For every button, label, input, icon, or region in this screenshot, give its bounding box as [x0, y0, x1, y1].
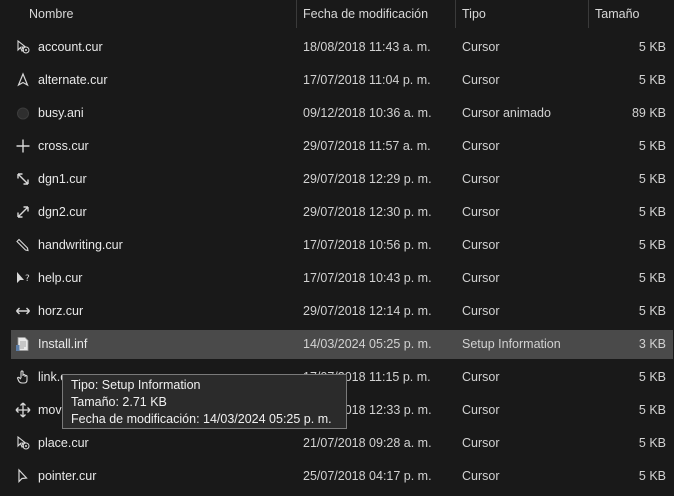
- file-row[interactable]: handwriting.cur 17/07/2018 10:56 p. m. Cur…: [11, 231, 673, 260]
- cursor-alternate-icon: [15, 72, 31, 88]
- file-type: Cursor: [462, 73, 500, 87]
- file-size: 5 KB: [638, 172, 666, 186]
- file-modified-date: 25/07/2018 04:17 p. m.: [303, 469, 432, 483]
- file-name: cross.cur: [38, 139, 89, 153]
- file-type: Cursor animado: [462, 106, 551, 120]
- column-divider[interactable]: [588, 0, 589, 28]
- file-modified-date: 14/03/2024 05:25 p. m.: [303, 337, 432, 351]
- file-name: busy.ani: [38, 106, 84, 120]
- file-name: dgn2.cur: [38, 205, 87, 219]
- file-row[interactable]: cross.cur 29/07/2018 11:57 a. m. Cursor 5 K…: [11, 132, 673, 161]
- file-list-view: ⌃ Nombre Fecha de modificación Tipo Tama…: [0, 0, 674, 496]
- cursor-move-icon: [15, 402, 31, 418]
- file-modified-date: 29/07/2018 12:14 p. m.: [303, 304, 432, 318]
- sort-indicator-icon: ⌃: [154, 0, 163, 5]
- file-size: 5 KB: [638, 139, 666, 153]
- column-header-modified[interactable]: Fecha de modificación: [303, 0, 428, 28]
- file-name: pointer.cur: [38, 469, 97, 483]
- tooltip-modified: Fecha de modificación: 14/03/2024 05:25 …: [71, 412, 332, 426]
- file-size: 3 KB: [638, 337, 666, 351]
- file-info-tooltip: Tipo: Setup Information Tamaño: 2.71 KB …: [62, 374, 347, 429]
- file-type: Cursor: [462, 172, 500, 186]
- file-row[interactable]: ? help.cur 17/07/2018 10:43 p. m. Cursor 5 K…: [11, 264, 673, 293]
- column-header-name[interactable]: Nombre: [29, 0, 73, 28]
- file-size: 5 KB: [638, 403, 666, 417]
- file-modified-date: 29/07/2018 11:57 a. m.: [303, 139, 431, 153]
- file-type: Cursor: [462, 403, 500, 417]
- file-type: Cursor: [462, 436, 500, 450]
- cursor-diagonal2-icon: [15, 204, 31, 220]
- cursor-arrow-icon: [15, 468, 31, 484]
- file-size: 5 KB: [638, 304, 666, 318]
- file-type: Cursor: [462, 139, 500, 153]
- file-modified-date: 29/07/2018 12:30 p. m.: [303, 205, 432, 219]
- file-size: 5 KB: [638, 40, 666, 54]
- cursor-busy-icon: [15, 105, 31, 121]
- file-size: 89 KB: [631, 106, 666, 120]
- cursor-pen-icon: [15, 237, 31, 253]
- file-size: 5 KB: [638, 73, 666, 87]
- file-name: alternate.cur: [38, 73, 108, 87]
- file-modified-date: 17/07/2018 10:43 p. m.: [303, 271, 432, 285]
- cursor-cross-icon: [15, 138, 31, 154]
- file-name: help.cur: [38, 271, 83, 285]
- file-name: dgn1.cur: [38, 172, 87, 186]
- file-row[interactable]: account.cur 18/08/2018 11:43 a. m. Cursor 5…: [11, 33, 673, 62]
- file-name: horz.cur: [38, 304, 84, 318]
- file-modified-date: 17/07/2018 10:56 p. m.: [303, 238, 432, 252]
- column-divider[interactable]: [455, 0, 456, 28]
- file-size: 5 KB: [638, 370, 666, 384]
- file-modified-date: 17/07/2018 11:04 p. m.: [303, 73, 431, 87]
- cursor-pin-icon: [15, 39, 31, 55]
- file-size: 5 KB: [638, 238, 666, 252]
- file-name: handwriting.cur: [38, 238, 123, 252]
- file-type: Setup Information: [462, 337, 561, 351]
- file-type: Cursor: [462, 370, 500, 384]
- file-type: Cursor: [462, 469, 500, 483]
- cursor-help-icon: ?: [15, 270, 31, 286]
- file-name: place.cur: [38, 436, 89, 450]
- file-size: 5 KB: [638, 271, 666, 285]
- file-row[interactable]: busy.ani 09/12/2018 10:36 a. m. Cursor ani…: [11, 99, 673, 128]
- file-size: 5 KB: [638, 205, 666, 219]
- file-row[interactable]: place.cur 21/07/2018 09:28 a. m. Cursor 5 K…: [11, 429, 673, 458]
- file-row[interactable]: dgn2.cur 29/07/2018 12:30 p. m. Cursor 5 KB: [11, 198, 673, 227]
- file-row[interactable]: horz.cur 29/07/2018 12:14 p. m. Cursor 5 KB: [11, 297, 673, 326]
- svg-text:?: ?: [25, 274, 30, 284]
- cursor-diagonal1-icon: [15, 171, 31, 187]
- column-divider[interactable]: [296, 0, 297, 28]
- file-size: 5 KB: [638, 469, 666, 483]
- file-type: Cursor: [462, 205, 500, 219]
- column-header-bar: ⌃ Nombre Fecha de modificación Tipo Tama…: [0, 0, 674, 28]
- file-modified-date: 29/07/2018 12:29 p. m.: [303, 172, 432, 186]
- cursor-hand-icon: [15, 369, 31, 385]
- file-size: 5 KB: [638, 436, 666, 450]
- file-type: Cursor: [462, 304, 500, 318]
- file-name: account.cur: [38, 40, 103, 54]
- file-row[interactable]: dgn1.cur 29/07/2018 12:29 p. m. Cursor 5 KB: [11, 165, 673, 194]
- file-modified-date: 18/08/2018 11:43 a. m.: [303, 40, 431, 54]
- tooltip-size: Tamaño: 2.71 KB: [71, 395, 167, 409]
- setup-file-icon: [15, 336, 31, 352]
- file-row[interactable]: pointer.cur 25/07/2018 04:17 p. m. Cursor 5…: [11, 462, 673, 491]
- column-header-type[interactable]: Tipo: [462, 0, 486, 28]
- column-header-size[interactable]: Tamaño: [595, 0, 639, 28]
- tooltip-type: Tipo: Setup Information: [71, 378, 201, 392]
- file-name: Install.inf: [38, 337, 88, 351]
- cursor-horizontal-icon: [15, 303, 31, 319]
- file-row[interactable]: alternate.cur 17/07/2018 11:04 p. m. Curso…: [11, 66, 673, 95]
- cursor-pin-icon: [15, 435, 31, 451]
- file-type: Cursor: [462, 271, 500, 285]
- file-type: Cursor: [462, 40, 500, 54]
- file-row[interactable]: Install.inf 14/03/2024 05:25 p. m. Setup I…: [11, 330, 673, 359]
- file-type: Cursor: [462, 238, 500, 252]
- file-modified-date: 21/07/2018 09:28 a. m.: [303, 436, 432, 450]
- file-modified-date: 09/12/2018 10:36 a. m.: [303, 106, 432, 120]
